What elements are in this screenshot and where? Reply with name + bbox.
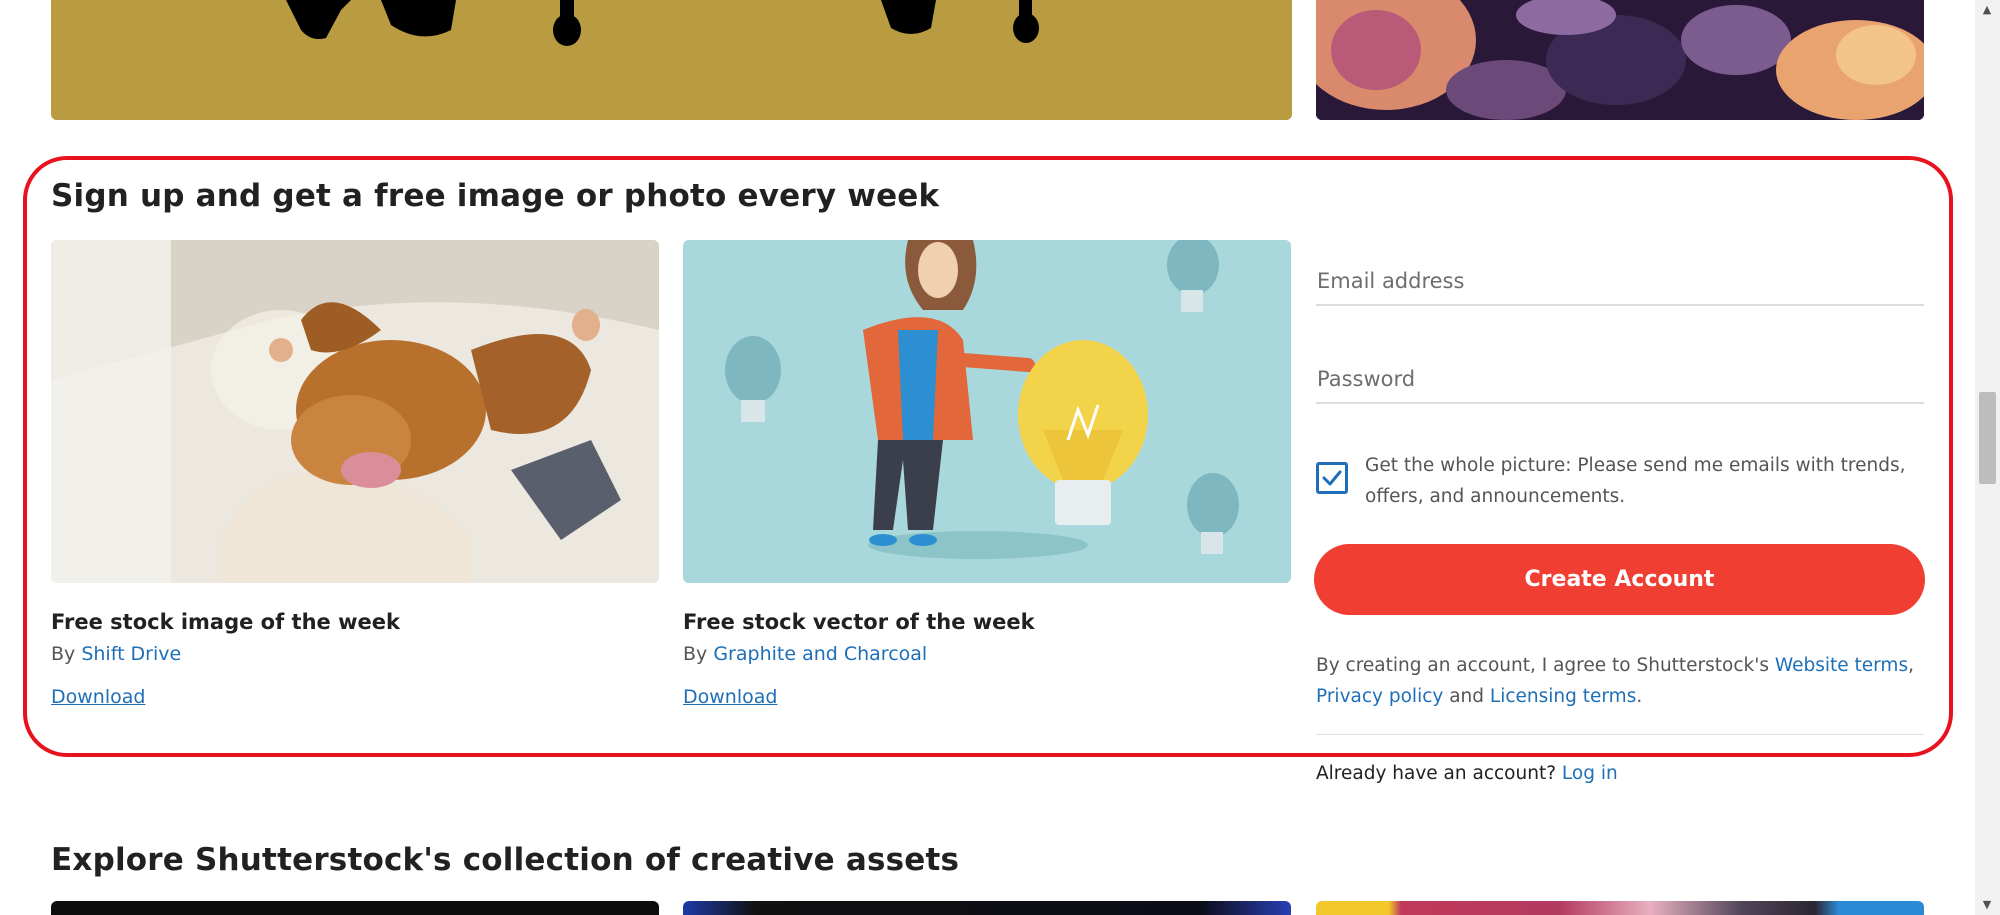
login-prefix: Already have an account? <box>1316 763 1562 784</box>
featured-image-silhouettes[interactable] <box>51 0 1292 120</box>
optin-label: Get the whole picture: Please send me em… <box>1365 455 1906 507</box>
collection-thumbnail[interactable] <box>683 901 1291 915</box>
login-link[interactable]: Log in <box>1562 763 1618 784</box>
optin-checkbox[interactable] <box>1316 462 1348 494</box>
collection-thumbnail[interactable] <box>51 901 659 915</box>
card-author-line: By Graphite and Charcoal <box>683 643 927 665</box>
signup-section-title: Sign up and get a free image or photo ev… <box>51 178 940 214</box>
scroll-down-arrow-icon[interactable]: ▼ <box>1979 897 1995 913</box>
free-image-of-week-thumbnail[interactable] <box>51 240 659 583</box>
author-link[interactable]: Graphite and Charcoal <box>713 643 927 665</box>
terms-and: and <box>1443 686 1490 707</box>
email-field-wrapper <box>1316 258 1924 306</box>
download-link[interactable]: Download <box>683 686 777 708</box>
create-account-button[interactable]: Create Account <box>1314 544 1925 615</box>
featured-image-floral[interactable] <box>1316 0 1924 120</box>
card-title: Free stock image of the week <box>51 610 400 634</box>
free-vector-of-week-thumbnail[interactable] <box>683 240 1291 583</box>
checkmark-icon <box>1322 470 1342 486</box>
email-field[interactable] <box>1316 258 1924 304</box>
scroll-up-arrow-icon[interactable]: ▲ <box>1979 2 1995 18</box>
password-field[interactable] <box>1316 356 1924 402</box>
dog-in-car-photo <box>51 240 659 583</box>
lightbulb-idea-vector <box>683 240 1291 583</box>
terms-prefix: By creating an account, I agree to Shutt… <box>1316 655 1775 676</box>
privacy-policy-link[interactable]: Privacy policy <box>1316 686 1443 707</box>
explore-section-title: Explore Shutterstock's collection of cre… <box>51 842 960 878</box>
terms-period: . <box>1636 686 1643 707</box>
author-link[interactable]: Shift Drive <box>81 643 181 665</box>
floral-artwork <box>1316 0 1924 120</box>
terms-comma: , <box>1908 655 1914 676</box>
form-divider <box>1316 734 1924 735</box>
silhouette-artwork <box>51 0 1292 120</box>
password-field-wrapper <box>1316 356 1924 404</box>
download-link[interactable]: Download <box>51 686 145 708</box>
card-title: Free stock vector of the week <box>683 610 1035 634</box>
collection-thumbnail[interactable] <box>1316 901 1924 915</box>
terms-notice: By creating an account, I agree to Shutt… <box>1316 650 1926 712</box>
card-author-line: By Shift Drive <box>51 643 181 665</box>
scrollbar-thumb[interactable] <box>1979 392 1996 484</box>
by-prefix: By <box>683 643 714 665</box>
by-prefix: By <box>51 643 82 665</box>
website-terms-link[interactable]: Website terms <box>1775 655 1908 676</box>
login-prompt: Already have an account? Log in <box>1316 763 1618 784</box>
licensing-terms-link[interactable]: Licensing terms <box>1490 686 1636 707</box>
